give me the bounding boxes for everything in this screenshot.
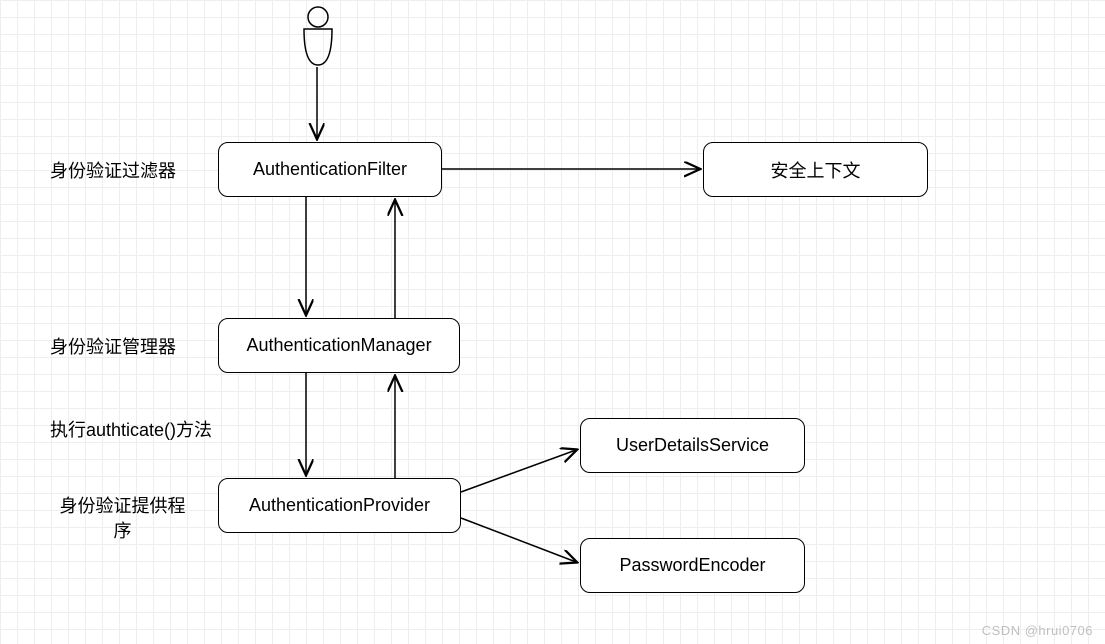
provider-label: 身份验证提供程 序 — [35, 494, 210, 544]
security-context-node: 安全上下文 — [703, 142, 928, 197]
password-encoder-node: PasswordEncoder — [580, 538, 805, 593]
auth-manager-text: AuthenticationManager — [246, 335, 431, 356]
provider-label-line2: 序 — [114, 521, 132, 541]
watermark: CSDN @hrui0706 — [982, 623, 1093, 638]
provider-label-line1: 身份验证提供程 — [60, 496, 186, 516]
auth-filter-node: AuthenticationFilter — [218, 142, 442, 197]
method-label: 执行authticate()方法 — [50, 418, 212, 443]
user-actor-icon — [300, 5, 336, 67]
auth-provider-text: AuthenticationProvider — [249, 495, 430, 516]
password-encoder-text: PasswordEncoder — [619, 555, 765, 576]
auth-manager-node: AuthenticationManager — [218, 318, 460, 373]
user-details-service-node: UserDetailsService — [580, 418, 805, 473]
filter-label: 身份验证过滤器 — [50, 159, 176, 184]
diagram-arrows — [0, 0, 1105, 644]
auth-filter-text: AuthenticationFilter — [253, 159, 407, 180]
user-details-service-text: UserDetailsService — [616, 435, 769, 456]
auth-provider-node: AuthenticationProvider — [218, 478, 461, 533]
security-context-text: 安全上下文 — [771, 157, 861, 183]
manager-label: 身份验证管理器 — [50, 335, 176, 360]
